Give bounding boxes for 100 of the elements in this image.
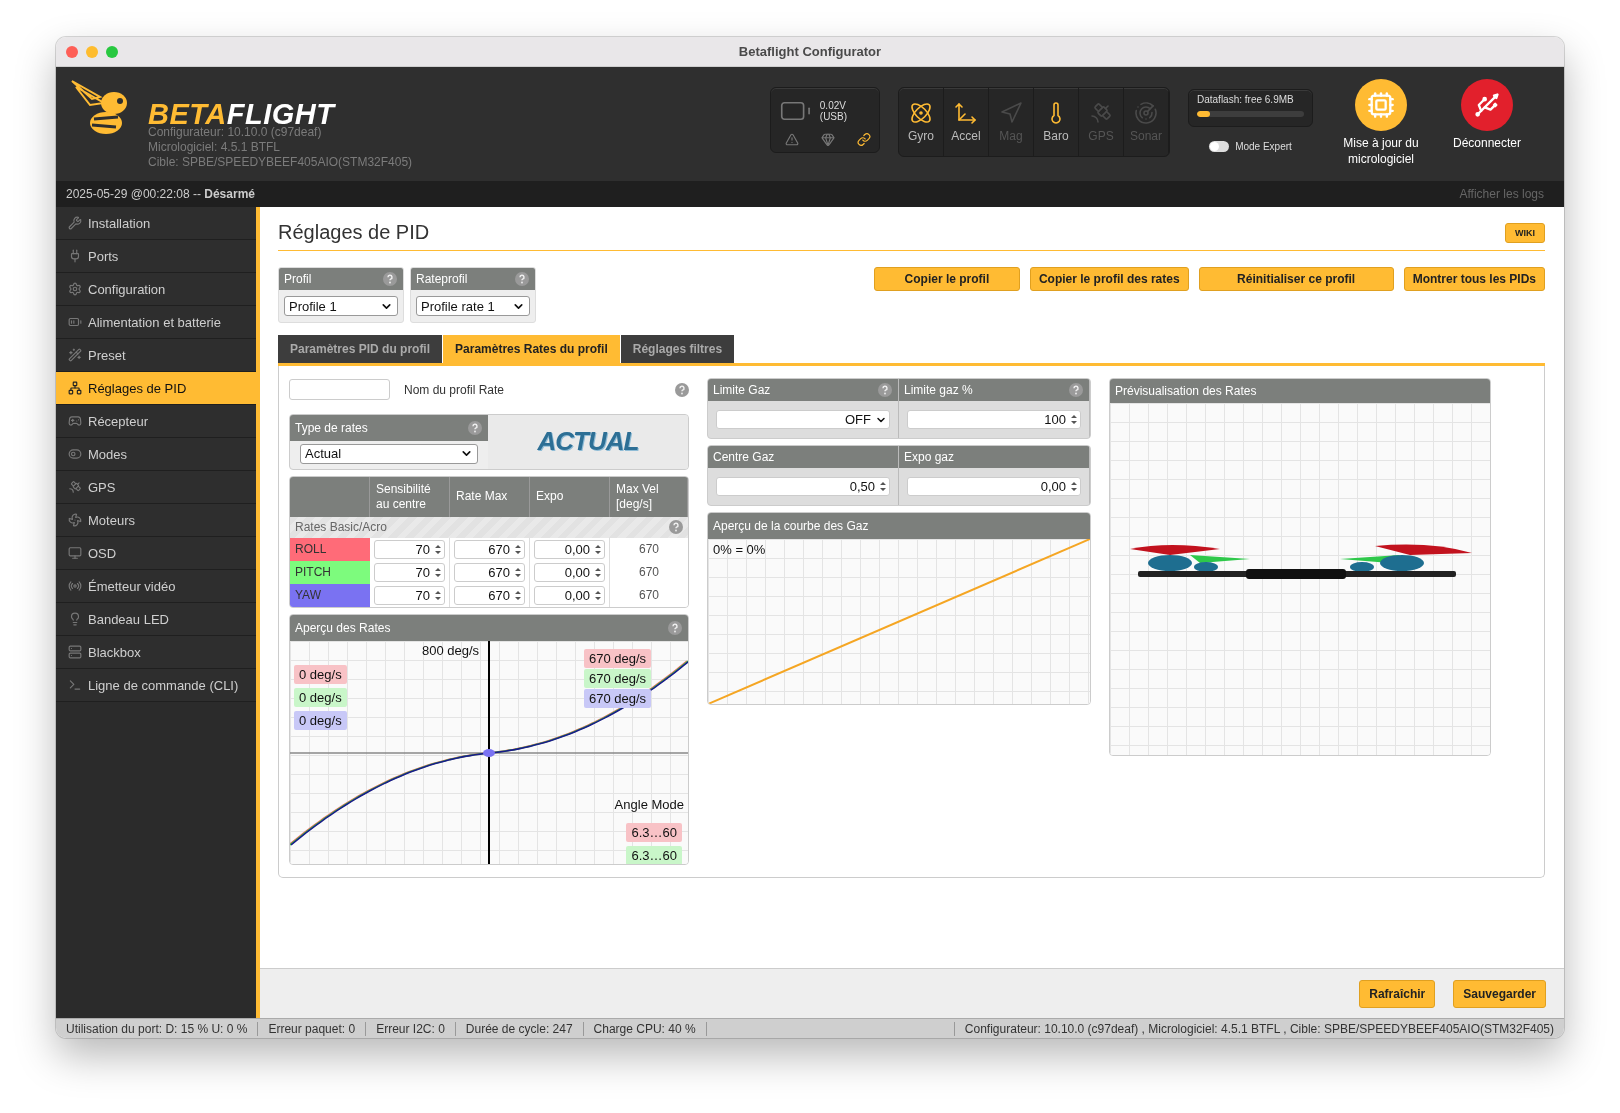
sidebar-item[interactable]: Réglages de PID xyxy=(56,372,256,405)
column-header: Max Vel [deg/s] xyxy=(610,476,688,517)
number-field[interactable]: 0,00 xyxy=(534,539,605,559)
spinner-icon[interactable] xyxy=(594,588,602,602)
expert-mode-label: Mode Expert xyxy=(1235,141,1292,152)
panel-title: Centre Gaz xyxy=(713,450,775,464)
section-label: Rates Basic/Acro xyxy=(295,520,388,535)
spinner-icon[interactable] xyxy=(514,565,522,579)
number-field[interactable]: 70 xyxy=(374,562,445,582)
tab[interactable]: Paramètres PID du profil xyxy=(278,335,444,363)
lightbulb-icon xyxy=(68,612,82,626)
number-field[interactable]: 70 xyxy=(374,539,445,559)
spinner-icon[interactable] xyxy=(514,542,522,556)
number-field[interactable]: 0,00 xyxy=(534,562,605,582)
number-field[interactable]: 0,00 xyxy=(534,585,605,605)
angle-mode-reading: 6.3…60 xyxy=(626,822,682,842)
column-header: Sensibilité au centre xyxy=(370,476,450,517)
wiki-button[interactable]: WIKI xyxy=(1505,222,1545,243)
current-rate-label: 0 deg/s xyxy=(294,710,347,730)
footer-button[interactable]: Sauvegarder xyxy=(1453,979,1546,1008)
axis-label: YAW xyxy=(290,583,370,607)
spinner-icon[interactable] xyxy=(434,542,442,556)
number-field[interactable]: 670 xyxy=(454,539,525,559)
spinner-icon[interactable] xyxy=(594,542,602,556)
field-label: Nom du profil Rate xyxy=(404,382,506,397)
atom-icon xyxy=(909,101,933,125)
gamepad-icon xyxy=(68,414,82,428)
satellite-icon xyxy=(1089,101,1113,125)
page-title: Réglages de PID xyxy=(278,221,430,244)
profile-dropdown[interactable]: Profile 1 xyxy=(284,296,398,316)
version-status: Configurateur: 10.10.0 (c97deaf) , Micrologiciel: 4.5.1 BTFL , Cible: SPBE/SPEEDYBEEF405AIO(STM32F405) xyxy=(953,1021,1564,1036)
rates-type-dropdown[interactable]: Actual xyxy=(300,443,478,464)
spinner-icon[interactable] xyxy=(514,588,522,602)
rate-profile-name-field[interactable] xyxy=(289,379,390,401)
help-icon[interactable] xyxy=(675,382,689,397)
help-icon[interactable] xyxy=(383,272,397,286)
spinner-icon[interactable] xyxy=(434,565,442,579)
column-header: Expo xyxy=(530,476,610,517)
firmware-update-button[interactable]: Mise à jour du micrologiciel xyxy=(1335,79,1427,167)
number-field[interactable]: 100 xyxy=(907,410,1081,429)
radio-icon xyxy=(68,579,82,593)
angle-mode-label: Angle Mode xyxy=(614,796,684,812)
profile-dropdown[interactable]: Profile rate 1 xyxy=(416,296,530,316)
link-icon xyxy=(857,131,871,147)
panel-title: Aperçu de la courbe des Gaz xyxy=(713,519,869,533)
sensor-label: Baro xyxy=(1043,129,1069,143)
status-item: Erreur I2C: 0 xyxy=(366,1021,456,1036)
max-rate-label: 670 deg/s xyxy=(584,688,652,708)
profile-action-button[interactable]: Copier le profil xyxy=(873,267,1020,291)
number-field[interactable]: 670 xyxy=(454,585,525,605)
spinner-icon[interactable] xyxy=(1070,413,1078,426)
wand-icon xyxy=(68,348,82,362)
help-icon[interactable] xyxy=(878,383,892,397)
spinner-icon[interactable] xyxy=(1070,480,1078,493)
window-title: Betaflight Configurator xyxy=(737,44,883,59)
footer-button[interactable]: Rafraîchir xyxy=(1359,979,1436,1008)
profile-action-button[interactable]: Montrer tous les PIDs xyxy=(1403,267,1545,291)
axis-label: ROLL xyxy=(290,537,370,561)
number-field[interactable]: 0,50 xyxy=(716,477,890,496)
max-rate-label: 670 deg/s xyxy=(584,648,652,668)
current-rate-label: 0 deg/s xyxy=(294,664,347,684)
panel-title: Prévisualisation des Rates xyxy=(1115,384,1257,398)
axis-label: PITCH xyxy=(290,560,370,584)
profile-action-button[interactable]: Copier le profil des rates xyxy=(1029,267,1189,291)
spinner-icon[interactable] xyxy=(879,480,887,493)
battery-icon xyxy=(68,315,82,329)
profile-action-button[interactable]: Réinitialiser ce profil xyxy=(1198,267,1394,291)
version-text: Cible: SPBE/SPEEDYBEEF405AIO(STM32F405) xyxy=(148,155,414,170)
help-icon[interactable] xyxy=(668,620,682,635)
version-text: Micrologiciel: 4.5.1 BTFL xyxy=(148,140,282,155)
panel-title: Expo gaz xyxy=(904,450,955,464)
radar-icon xyxy=(1134,101,1158,125)
throttle-limit-dropdown[interactable]: OFF xyxy=(716,410,890,429)
max-velocity: 670 xyxy=(610,560,688,584)
number-field[interactable]: 670 xyxy=(454,562,525,582)
plug-icon xyxy=(68,249,82,263)
max-velocity: 670 xyxy=(610,537,688,561)
help-icon[interactable] xyxy=(468,420,482,435)
tab[interactable]: Paramètres Rates du profil xyxy=(443,335,621,363)
usb-icon xyxy=(1473,91,1501,119)
axis-max-label: 800 deg/s xyxy=(422,642,480,658)
network-icon xyxy=(68,381,82,395)
sensor-label: Accel xyxy=(951,129,981,143)
warning-icon xyxy=(785,131,799,147)
expert-mode-switch[interactable] xyxy=(1209,141,1230,152)
panel-title: Profil xyxy=(284,272,312,286)
help-icon[interactable] xyxy=(1069,383,1083,397)
satellite-icon xyxy=(68,480,82,494)
monitor-icon xyxy=(68,546,82,560)
server-icon xyxy=(68,645,82,659)
spinner-icon[interactable] xyxy=(594,565,602,579)
status-item: Charge CPU: 40 % xyxy=(583,1021,707,1036)
number-field[interactable]: 70 xyxy=(374,585,445,605)
spinner-icon[interactable] xyxy=(434,588,442,602)
disconnect-button[interactable]: Déconnecter xyxy=(1441,79,1533,151)
help-icon[interactable] xyxy=(515,272,529,286)
tab[interactable]: Réglages filtres xyxy=(620,335,736,363)
number-field[interactable]: 0,00 xyxy=(907,477,1081,496)
status-item: Durée de cycle: 247 xyxy=(455,1021,584,1036)
panel-title: Limite Gaz xyxy=(713,383,771,397)
